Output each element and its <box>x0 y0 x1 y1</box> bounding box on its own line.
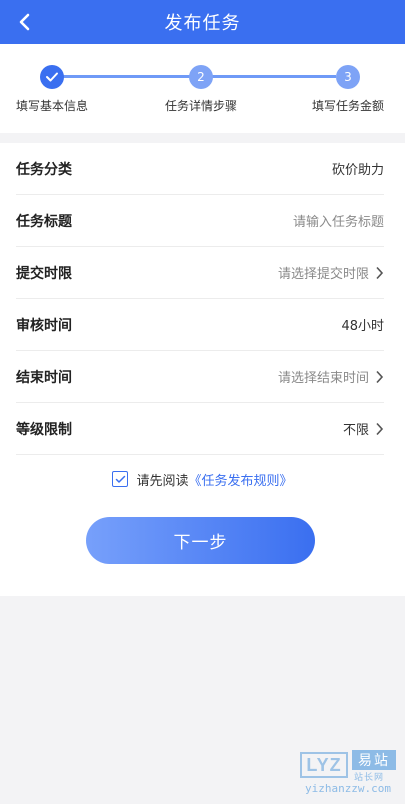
row-label: 结束时间 <box>16 369 72 386</box>
chevron-right-icon <box>375 266 384 280</box>
step-2-number: 2 <box>197 70 205 84</box>
level-limit-value: 不限 <box>342 423 369 438</box>
agreement-checkbox[interactable] <box>112 471 129 487</box>
step-connector <box>210 75 336 78</box>
progress-steps: 2 3 填写基本信息 任务详情步骤 填写任务金额 <box>0 44 405 133</box>
check-icon <box>46 72 58 82</box>
submit-deadline-row[interactable]: 提交时限 请选择提交时限 <box>16 247 384 299</box>
task-title-input[interactable]: 请输入任务标题 <box>293 211 384 230</box>
agreement-row: 请先阅读 《任务发布规则》 <box>0 468 405 490</box>
step-3-label: 填写任务金额 <box>312 99 385 113</box>
step-2-label: 任务详情步骤 <box>165 99 238 113</box>
level-limit-select[interactable]: 不限 <box>343 419 384 438</box>
step-3-circle: 3 <box>336 65 360 89</box>
review-time-value: 48小时 <box>341 319 384 334</box>
row-label: 任务分类 <box>16 161 72 178</box>
page-title: 发布任务 <box>164 13 241 34</box>
row-label: 提交时限 <box>16 265 72 282</box>
level-limit-row[interactable]: 等级限制 不限 <box>16 403 384 455</box>
chevron-left-icon <box>19 13 30 31</box>
task-category-row[interactable]: 任务分类 砍价助力 <box>16 143 384 195</box>
task-category-value: 砍价助力 <box>331 163 384 178</box>
top-nav-bar: 发布任务 <box>0 0 405 44</box>
task-form: 任务分类 砍价助力 任务标题 请输入任务标题 提交时限 请选择提交时限 审核时间… <box>0 143 405 596</box>
watermark-name: 易站 <box>352 750 396 770</box>
end-time-select[interactable]: 请选择结束时间 <box>278 367 384 386</box>
row-label: 等级限制 <box>16 421 72 438</box>
next-step-button[interactable]: 下一步 <box>86 517 315 564</box>
submit-deadline-placeholder: 请选择提交时限 <box>277 267 369 282</box>
chevron-right-icon <box>375 370 384 384</box>
chevron-right-icon <box>375 422 384 436</box>
submit-deadline-select[interactable]: 请选择提交时限 <box>278 263 384 282</box>
row-label: 任务标题 <box>16 213 72 230</box>
check-icon <box>115 475 126 483</box>
watermark-url: yizhanzzw.com <box>304 782 392 795</box>
task-title-row[interactable]: 任务标题 请输入任务标题 <box>16 195 384 247</box>
watermark-logo: LYZ <box>300 752 348 778</box>
step-1-circle <box>40 65 64 89</box>
step-connector <box>62 75 190 78</box>
task-rules-link[interactable]: 《任务发布规则》 <box>189 470 293 489</box>
watermark: LYZ 易站 站长网 yizhanzzw.com <box>296 748 400 800</box>
row-label: 审核时间 <box>16 317 72 334</box>
step-3-number: 3 <box>344 70 352 84</box>
back-button[interactable] <box>8 6 40 38</box>
step-1-label: 填写基本信息 <box>16 99 89 113</box>
end-time-placeholder: 请选择结束时间 <box>277 371 369 386</box>
review-time-row: 审核时间 48小时 <box>16 299 384 351</box>
agreement-text: 请先阅读 <box>136 473 189 489</box>
end-time-row[interactable]: 结束时间 请选择结束时间 <box>16 351 384 403</box>
step-2-circle: 2 <box>189 65 213 89</box>
